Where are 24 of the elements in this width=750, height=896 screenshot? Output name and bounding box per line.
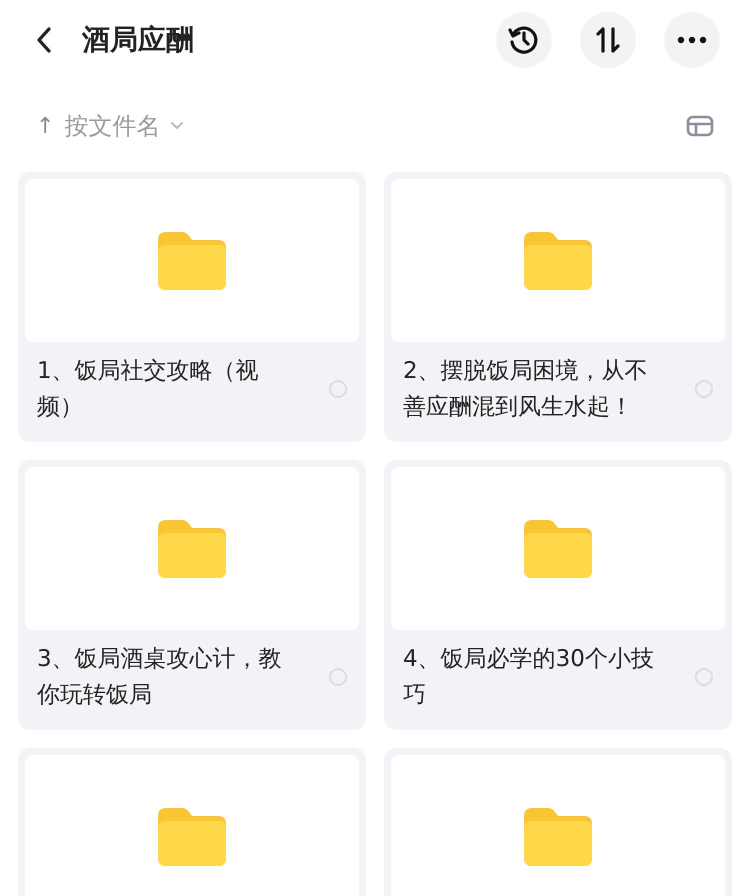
select-checkbox[interactable] bbox=[695, 380, 713, 398]
sort-dropdown[interactable]: ↑ 按文件名 bbox=[36, 110, 184, 142]
folder-icon bbox=[158, 232, 226, 290]
folder-icon bbox=[158, 808, 226, 866]
view-toggle-icon[interactable] bbox=[686, 115, 714, 137]
folder-icon bbox=[158, 520, 226, 578]
folder-card[interactable]: 1、饭局社交攻略（视频） bbox=[18, 172, 366, 442]
folder-icon bbox=[524, 520, 592, 578]
folder-name: 3、饭局酒桌攻心计，教你玩转饭局 bbox=[37, 644, 283, 710]
page-title: 酒局应酬 bbox=[82, 22, 194, 58]
select-checkbox[interactable] bbox=[695, 668, 713, 686]
folder-name: 4、饭局必学的30个小技巧 bbox=[403, 644, 655, 710]
select-checkbox[interactable] bbox=[329, 668, 347, 686]
folder-icon bbox=[524, 808, 592, 866]
folder-card[interactable]: 2、摆脱饭局困境，从不善应酬混到风生水起！ bbox=[384, 172, 732, 442]
folder-icon bbox=[524, 232, 592, 290]
folder-name: 2、摆脱饭局困境，从不善应酬混到风生水起！ bbox=[403, 356, 649, 422]
folder-card[interactable]: 4、饭局必学的30个小技巧 bbox=[384, 460, 732, 730]
folder-name: 1、饭局社交攻略（视频） bbox=[37, 356, 260, 422]
more-icon bbox=[677, 36, 707, 44]
caret-icon bbox=[170, 121, 184, 131]
select-checkbox[interactable] bbox=[329, 380, 347, 398]
folder-card[interactable]: 3、饭局酒桌攻心计，教你玩转饭局 bbox=[18, 460, 366, 730]
back-icon[interactable] bbox=[36, 27, 52, 53]
